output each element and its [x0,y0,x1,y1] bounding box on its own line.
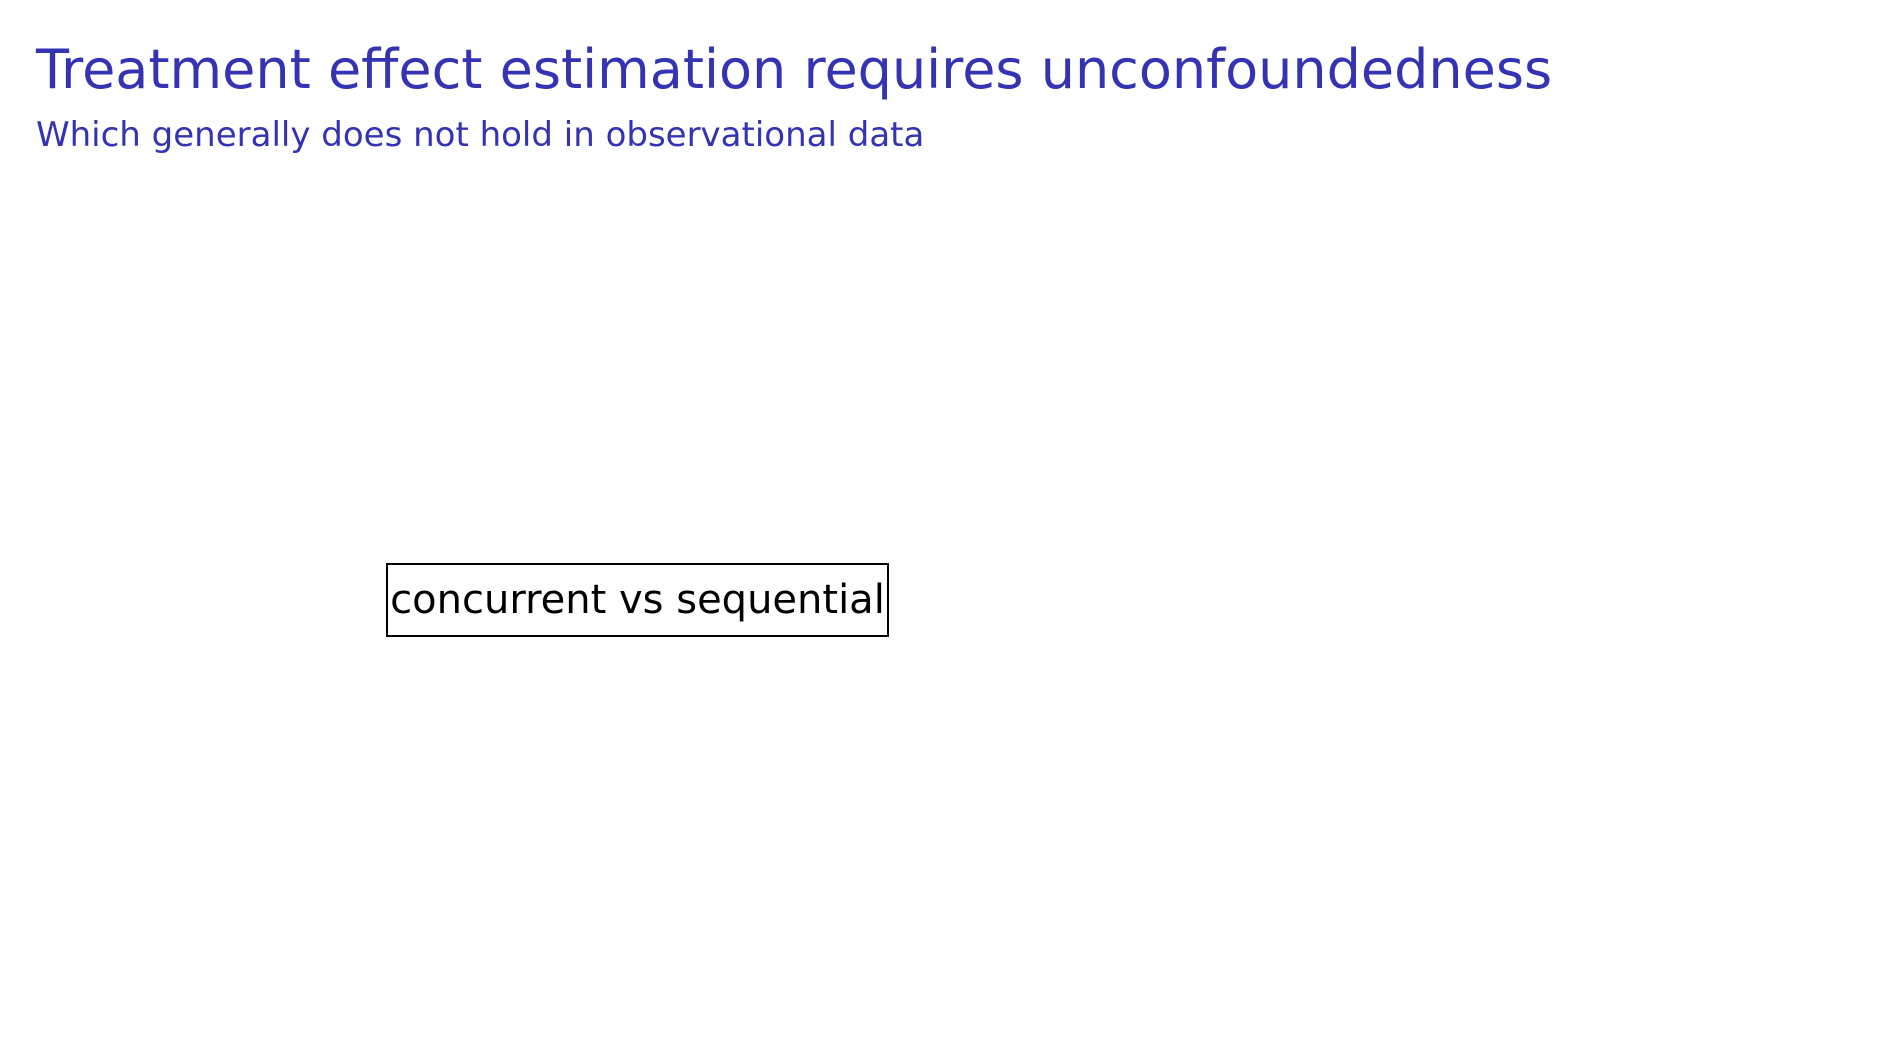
boxed-label: concurrent vs sequential [386,563,889,637]
slide-subtitle: Which generally does not hold in observa… [36,115,925,155]
slide-title: Treatment effect estimation requires unc… [36,38,1553,101]
slide: Treatment effect estimation requires unc… [0,0,1890,1063]
